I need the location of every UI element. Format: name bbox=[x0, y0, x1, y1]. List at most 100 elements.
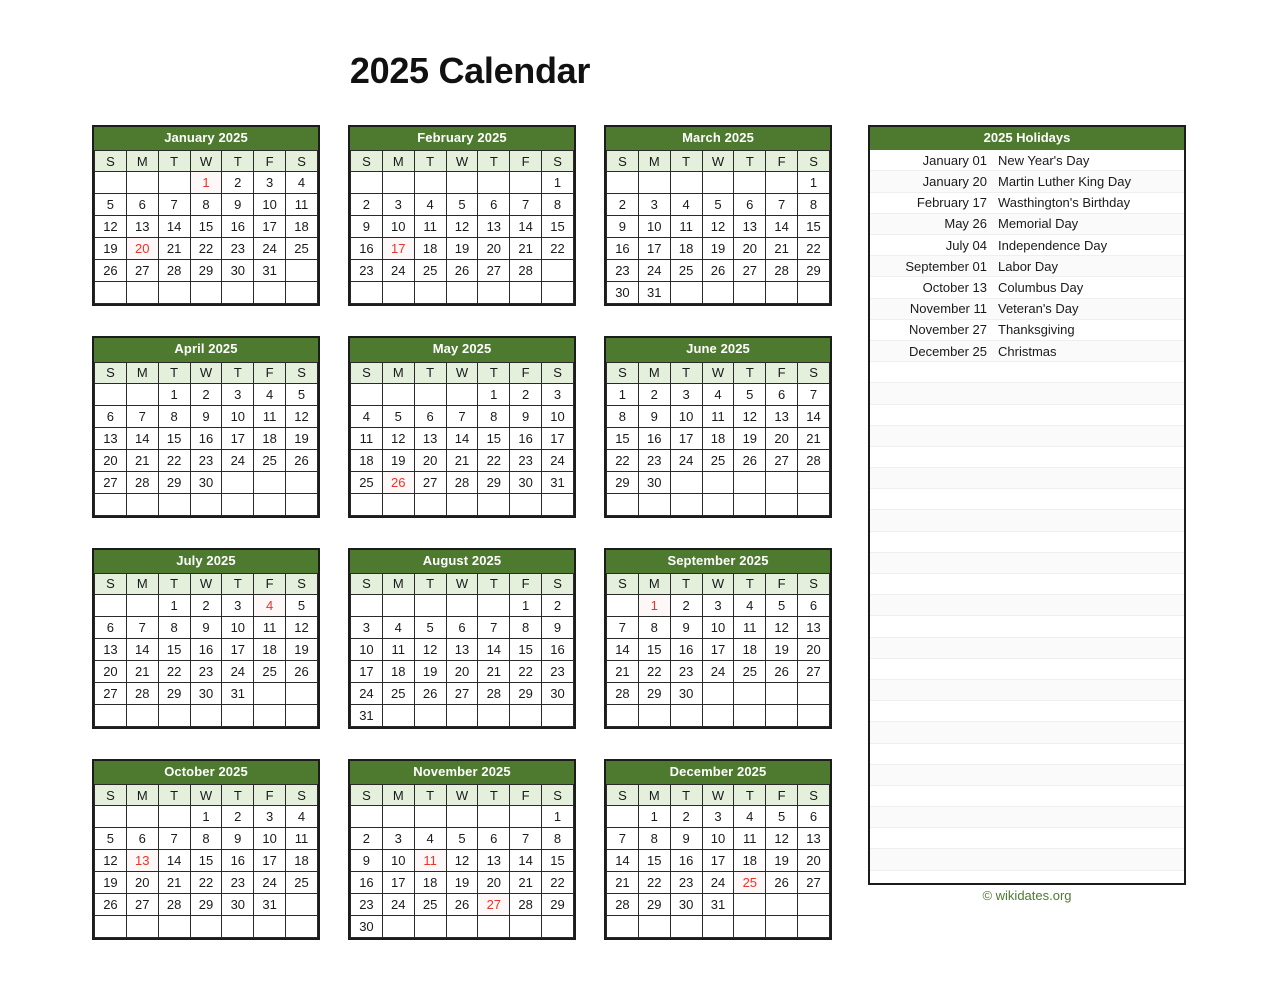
day-cell[interactable]: 7 bbox=[157, 827, 191, 851]
day-cell[interactable]: 18 bbox=[253, 637, 287, 661]
day-cell[interactable]: 13 bbox=[733, 215, 767, 239]
day-cell[interactable]: 8 bbox=[157, 404, 191, 428]
day-cell[interactable]: 13 bbox=[125, 215, 159, 239]
day-cell[interactable]: 14 bbox=[477, 637, 511, 661]
day-cell[interactable]: 3 bbox=[253, 171, 287, 195]
day-cell[interactable]: 26 bbox=[733, 448, 767, 472]
day-cell[interactable]: 16 bbox=[637, 426, 671, 450]
day-cell[interactable]: 19 bbox=[413, 659, 447, 683]
day-cell[interactable]: 28 bbox=[477, 681, 511, 705]
day-cell[interactable]: 23 bbox=[221, 237, 255, 261]
day-cell[interactable]: 15 bbox=[541, 849, 574, 873]
day-cell[interactable]: 20 bbox=[125, 871, 159, 895]
day-cell[interactable]: 30 bbox=[350, 915, 383, 939]
day-cell[interactable]: 6 bbox=[125, 827, 159, 851]
day-cell[interactable]: 16 bbox=[189, 426, 223, 450]
day-cell[interactable]: 19 bbox=[285, 637, 318, 661]
day-cell[interactable]: 30 bbox=[221, 259, 255, 283]
day-cell[interactable]: 14 bbox=[765, 215, 799, 239]
day-cell[interactable]: 6 bbox=[94, 404, 127, 428]
day-cell[interactable]: 21 bbox=[157, 871, 191, 895]
day-cell[interactable]: 3 bbox=[221, 382, 255, 406]
day-cell[interactable]: 2 bbox=[541, 593, 574, 617]
holiday-day-cell[interactable]: 17 bbox=[381, 237, 415, 261]
day-cell[interactable]: 2 bbox=[669, 593, 703, 617]
day-cell[interactable]: 17 bbox=[350, 659, 383, 683]
day-cell[interactable]: 1 bbox=[541, 805, 574, 829]
day-cell[interactable]: 30 bbox=[541, 681, 574, 705]
day-cell[interactable]: 27 bbox=[125, 893, 159, 917]
day-cell[interactable]: 28 bbox=[797, 448, 830, 472]
day-cell[interactable]: 29 bbox=[477, 470, 511, 494]
day-cell[interactable]: 12 bbox=[701, 215, 735, 239]
day-cell[interactable]: 22 bbox=[637, 659, 671, 683]
day-cell[interactable]: 10 bbox=[221, 404, 255, 428]
holiday-list-item[interactable]: May 26 Memorial Day bbox=[870, 213, 1184, 236]
day-cell[interactable]: 26 bbox=[765, 659, 799, 683]
day-cell[interactable]: 10 bbox=[541, 404, 574, 428]
day-cell[interactable]: 5 bbox=[733, 382, 767, 406]
day-cell[interactable]: 29 bbox=[606, 470, 639, 494]
day-cell[interactable]: 21 bbox=[509, 237, 543, 261]
day-cell[interactable]: 19 bbox=[701, 237, 735, 261]
day-cell[interactable]: 1 bbox=[637, 805, 671, 829]
day-cell[interactable]: 14 bbox=[125, 637, 159, 661]
day-cell[interactable]: 20 bbox=[477, 871, 511, 895]
day-cell[interactable]: 4 bbox=[381, 615, 415, 639]
day-cell[interactable]: 6 bbox=[413, 404, 447, 428]
day-cell[interactable]: 22 bbox=[797, 237, 830, 261]
day-cell[interactable]: 9 bbox=[221, 827, 255, 851]
day-cell[interactable]: 21 bbox=[797, 426, 830, 450]
day-cell[interactable]: 19 bbox=[285, 426, 318, 450]
day-cell[interactable]: 16 bbox=[541, 637, 574, 661]
day-cell[interactable]: 3 bbox=[701, 593, 735, 617]
day-cell[interactable]: 13 bbox=[797, 827, 830, 851]
day-cell[interactable]: 18 bbox=[253, 426, 287, 450]
day-cell[interactable]: 17 bbox=[669, 426, 703, 450]
day-cell[interactable]: 8 bbox=[477, 404, 511, 428]
day-cell[interactable]: 7 bbox=[765, 193, 799, 217]
day-cell[interactable]: 5 bbox=[765, 805, 799, 829]
day-cell[interactable]: 1 bbox=[606, 382, 639, 406]
day-cell[interactable]: 12 bbox=[94, 215, 127, 239]
day-cell[interactable]: 11 bbox=[413, 215, 447, 239]
day-cell[interactable]: 16 bbox=[221, 215, 255, 239]
holiday-day-cell[interactable]: 25 bbox=[733, 871, 767, 895]
day-cell[interactable]: 12 bbox=[381, 426, 415, 450]
day-cell[interactable]: 3 bbox=[701, 805, 735, 829]
holiday-list-item[interactable]: October 13 Columbus Day bbox=[870, 277, 1184, 299]
day-cell[interactable]: 10 bbox=[350, 637, 383, 661]
day-cell[interactable]: 1 bbox=[797, 171, 830, 195]
day-cell[interactable]: 6 bbox=[765, 382, 799, 406]
day-cell[interactable]: 1 bbox=[189, 805, 223, 829]
day-cell[interactable]: 26 bbox=[413, 681, 447, 705]
day-cell[interactable]: 5 bbox=[285, 382, 318, 406]
day-cell[interactable]: 8 bbox=[637, 615, 671, 639]
day-cell[interactable]: 7 bbox=[125, 404, 159, 428]
day-cell[interactable]: 8 bbox=[541, 193, 574, 217]
day-cell[interactable]: 18 bbox=[733, 637, 767, 661]
day-cell[interactable]: 5 bbox=[413, 615, 447, 639]
day-cell[interactable]: 26 bbox=[701, 259, 735, 283]
day-cell[interactable]: 10 bbox=[637, 215, 671, 239]
day-cell[interactable]: 23 bbox=[221, 871, 255, 895]
day-cell[interactable]: 14 bbox=[606, 849, 639, 873]
day-cell[interactable]: 25 bbox=[701, 448, 735, 472]
day-cell[interactable]: 12 bbox=[445, 849, 479, 873]
day-cell[interactable]: 6 bbox=[445, 615, 479, 639]
day-cell[interactable]: 25 bbox=[413, 259, 447, 283]
day-cell[interactable]: 24 bbox=[253, 237, 287, 261]
day-cell[interactable]: 7 bbox=[509, 827, 543, 851]
day-cell[interactable]: 20 bbox=[733, 237, 767, 261]
day-cell[interactable]: 25 bbox=[413, 893, 447, 917]
day-cell[interactable]: 9 bbox=[637, 404, 671, 428]
day-cell[interactable]: 2 bbox=[189, 593, 223, 617]
day-cell[interactable]: 17 bbox=[701, 849, 735, 873]
day-cell[interactable]: 20 bbox=[445, 659, 479, 683]
day-cell[interactable]: 12 bbox=[94, 849, 127, 873]
day-cell[interactable]: 24 bbox=[701, 659, 735, 683]
day-cell[interactable]: 20 bbox=[94, 659, 127, 683]
day-cell[interactable]: 6 bbox=[94, 615, 127, 639]
day-cell[interactable]: 3 bbox=[350, 615, 383, 639]
day-cell[interactable]: 11 bbox=[350, 426, 383, 450]
